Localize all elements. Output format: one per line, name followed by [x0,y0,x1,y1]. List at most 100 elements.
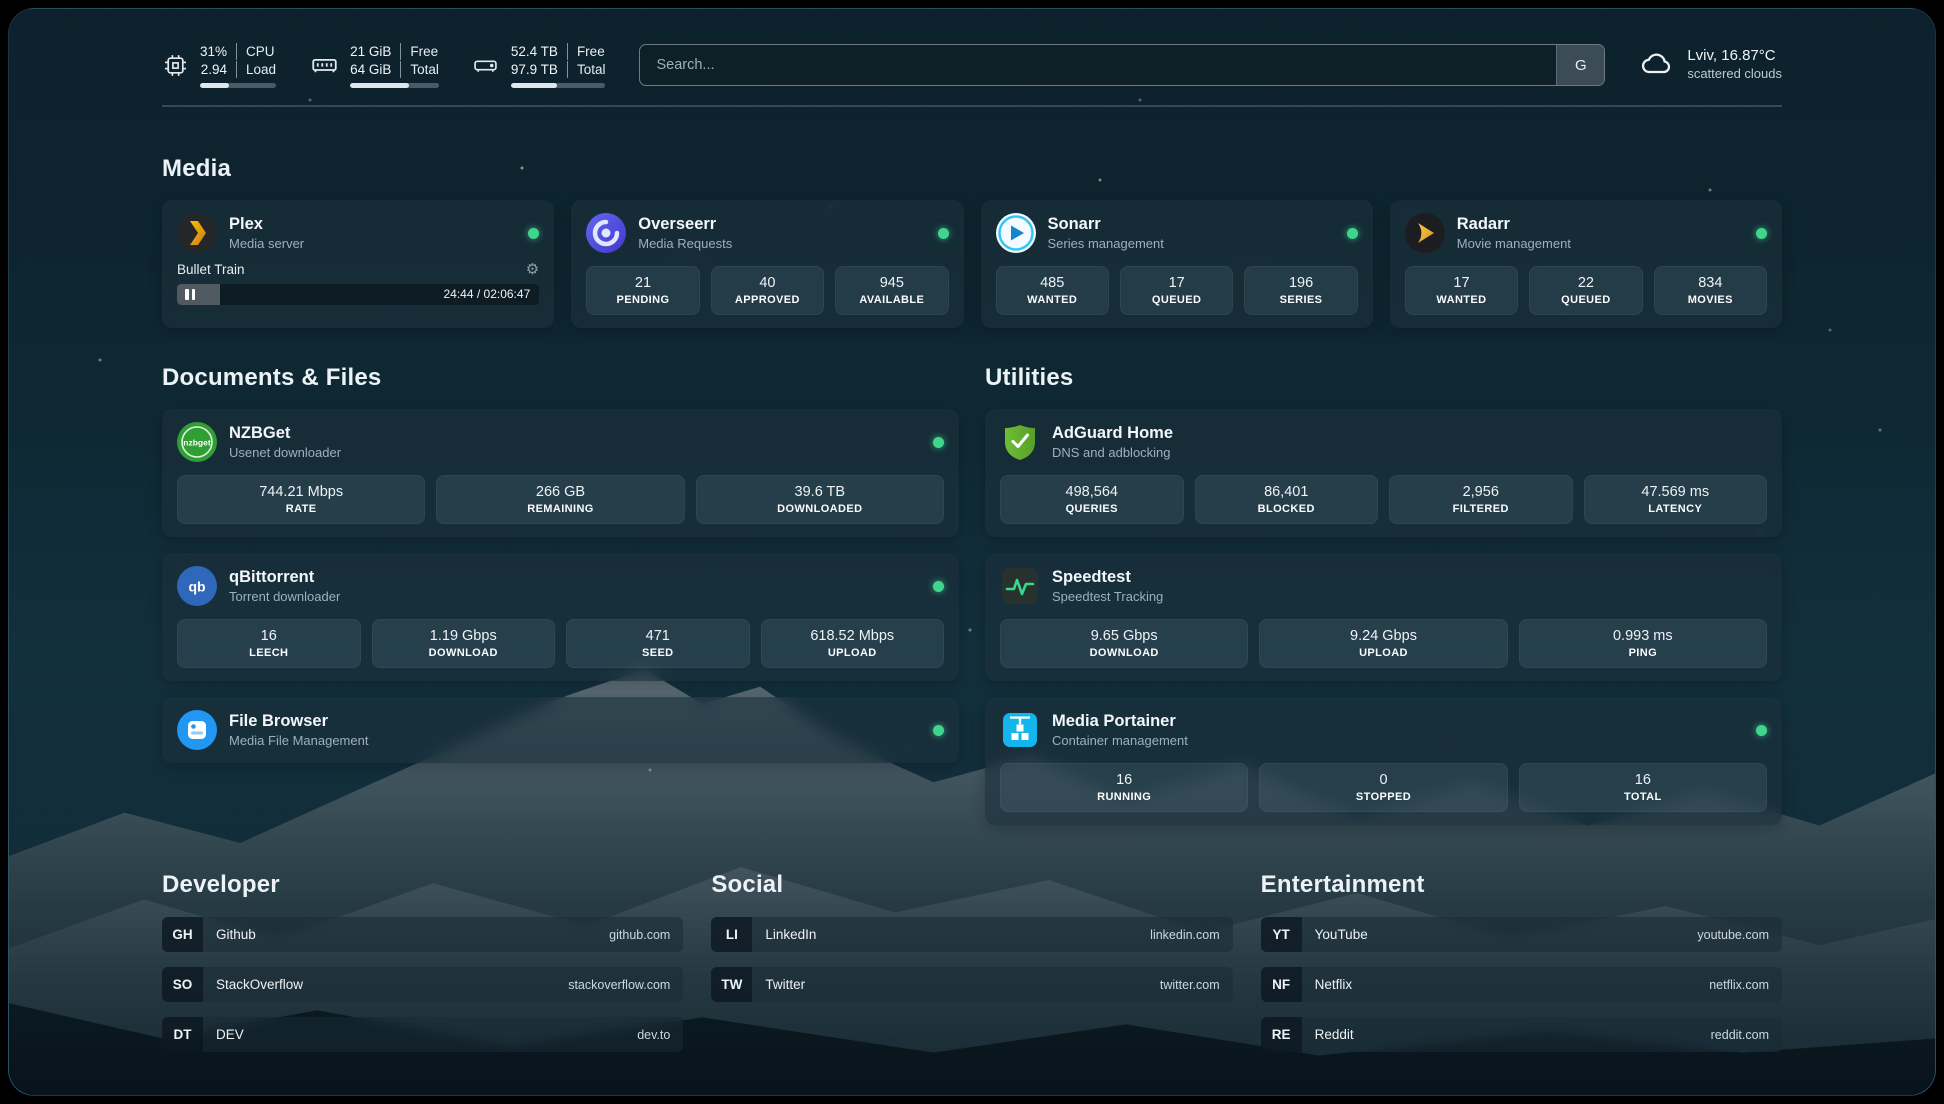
bookmark-url: github.com [609,928,670,942]
bookmark-stackoverflow[interactable]: SO StackOverflow stackoverflow.com [162,967,683,1002]
app-subtitle: Speedtest Tracking [1052,588,1163,605]
nzbget-header: nzbget NZBGet Usenet downloader [177,422,944,462]
app-card-speedtest[interactable]: Speedtest Speedtest Tracking 9.65 Gbps D… [985,553,1782,681]
bookmark-abbr: LI [711,917,752,952]
bookmark-group-social: Social LI LinkedIn linkedin.com TW Twitt… [711,871,1232,1067]
stat-download: 9.65 Gbps DOWNLOAD [1000,619,1248,668]
bookmark-name: Twitter [765,977,805,992]
app-subtitle: Series management [1048,235,1164,252]
app-subtitle: DNS and adblocking [1052,444,1173,461]
media-grid: Plex Media server Bullet Train ⚙ 24:44 /… [162,200,1782,328]
overseerr-icon [586,213,626,253]
stat-available: 945 AVAILABLE [835,266,948,315]
qbittorrent-stats: 16 LEECH 1.19 Gbps DOWNLOAD 471 SEED 6 [177,619,944,668]
ram-total-value: 64 GiB [350,61,391,78]
disk-free-label: Free [567,43,606,60]
app-card-filebrowser[interactable]: File Browser Media File Management [162,697,959,763]
ram-free-value: 21 GiB [350,43,391,60]
app-name: Plex [229,214,304,235]
status-dot [1756,228,1767,239]
bookmark-abbr: TW [711,967,752,1002]
app-card-plex[interactable]: Plex Media server Bullet Train ⚙ 24:44 /… [162,200,554,328]
app-card-qbittorrent[interactable]: qb qBittorrent Torrent downloader 16 LEE… [162,553,959,681]
playback-time: 24:44 / 02:06:47 [444,284,531,305]
stat-wanted: 17 WANTED [1405,266,1518,315]
cpu-progress-bar [200,83,276,88]
bookmark-abbr: RE [1261,1017,1302,1052]
app-card-sonarr[interactable]: Sonarr Series management 485 WANTED 17 Q… [981,200,1373,328]
cpu-load-value: 2.94 [200,61,227,78]
filebrowser-header: File Browser Media File Management [177,710,944,750]
bookmark-url: twitter.com [1160,978,1220,992]
stat-upload: 9.24 Gbps UPLOAD [1259,619,1507,668]
stat-download: 1.19 Gbps DOWNLOAD [372,619,556,668]
status-dot [528,228,539,239]
app-card-nzbget[interactable]: nzbget NZBGet Usenet downloader 744.21 M… [162,409,959,537]
dashboard-screen: 31% CPU 2.94 Load [8,8,1936,1096]
app-subtitle: Container management [1052,732,1188,749]
search-engine-button[interactable]: G [1556,45,1604,85]
settings-gear-icon[interactable]: ⚙ [526,263,539,277]
disk-progress-bar [511,83,606,88]
search-bar: G [639,44,1605,86]
section-title-social: Social [711,871,1232,899]
weather-location: Lviv, 16.87°C [1687,47,1782,65]
speedtest-stats: 9.65 Gbps DOWNLOAD 9.24 Gbps UPLOAD 0.99… [1000,619,1767,668]
app-name: NZBGet [229,423,341,444]
bookmark-twitter[interactable]: TW Twitter twitter.com [711,967,1232,1002]
bookmark-dev[interactable]: DT DEV dev.to [162,1017,683,1052]
sonarr-stats: 485 WANTED 17 QUEUED 196 SERIES [996,266,1358,315]
bookmark-linkedin[interactable]: LI LinkedIn linkedin.com [711,917,1232,952]
bookmark-url: reddit.com [1711,1028,1769,1042]
stat-remaining: 266 GB REMAINING [436,475,684,524]
app-card-adguard[interactable]: AdGuard Home DNS and adblocking 498,564 … [985,409,1782,537]
stat-series: 196 SERIES [1244,266,1357,315]
bookmark-reddit[interactable]: RE Reddit reddit.com [1261,1017,1782,1052]
disk-total-label: Total [567,61,606,78]
search-input[interactable] [640,45,1556,85]
app-name: Sonarr [1048,214,1164,235]
bookmark-github[interactable]: GH Github github.com [162,917,683,952]
stat-running: 16 RUNNING [1000,763,1248,812]
status-dot [1347,228,1358,239]
svg-text:nzbget: nzbget [183,438,211,448]
bookmark-group-entertainment: Entertainment YT YouTube youtube.com NF … [1261,871,1782,1067]
pause-icon[interactable] [185,289,195,300]
bookmark-url: netflix.com [1709,978,1769,992]
plex-playback-progress-bar[interactable]: 24:44 / 02:06:47 [177,284,539,305]
stat-ping: 0.993 ms PING [1519,619,1767,668]
bookmark-name: LinkedIn [765,927,816,942]
stat-filtered: 2,956 FILTERED [1389,475,1573,524]
app-name: qBittorrent [229,567,340,588]
app-card-portainer[interactable]: Media Portainer Container management 16 … [985,697,1782,825]
cpu-chip-icon [162,52,188,78]
cpu-usage-label: CPU [236,43,276,60]
app-subtitle: Movie management [1457,235,1571,252]
weather-widget: Lviv, 16.87°C scattered clouds [1639,45,1782,86]
plex-playback-fill [177,284,220,305]
stat-downloaded: 39.6 TB DOWNLOADED [696,475,944,524]
app-card-overseerr[interactable]: Overseerr Media Requests 21 PENDING 40 A… [571,200,963,328]
bookmark-name: Reddit [1315,1027,1354,1042]
radarr-header: Radarr Movie management [1405,213,1767,253]
stat-total: 16 TOTAL [1519,763,1767,812]
stat-upload: 618.52 Mbps UPLOAD [761,619,945,668]
app-subtitle: Torrent downloader [229,588,340,605]
section-utilities: Utilities AdGuard [985,364,1782,825]
app-subtitle: Usenet downloader [229,444,341,461]
stat-approved: 40 APPROVED [711,266,824,315]
stat-wanted: 485 WANTED [996,266,1109,315]
bookmark-netflix[interactable]: NF Netflix netflix.com [1261,967,1782,1002]
radarr-icon [1405,213,1445,253]
app-card-radarr[interactable]: Radarr Movie management 17 WANTED 22 QUE… [1390,200,1782,328]
portainer-header: Media Portainer Container management [1000,710,1767,750]
bookmark-youtube[interactable]: YT YouTube youtube.com [1261,917,1782,952]
stat-queued: 17 QUEUED [1120,266,1233,315]
bookmark-name: StackOverflow [216,977,303,992]
middle-columns: Documents & Files nzbget NZBGet [162,364,1782,825]
stat-leech: 16 LEECH [177,619,361,668]
overseerr-stats: 21 PENDING 40 APPROVED 945 AVAILABLE [586,266,948,315]
bookmark-name: DEV [216,1027,244,1042]
sonarr-header: Sonarr Series management [996,213,1358,253]
bookmark-url: dev.to [637,1028,670,1042]
